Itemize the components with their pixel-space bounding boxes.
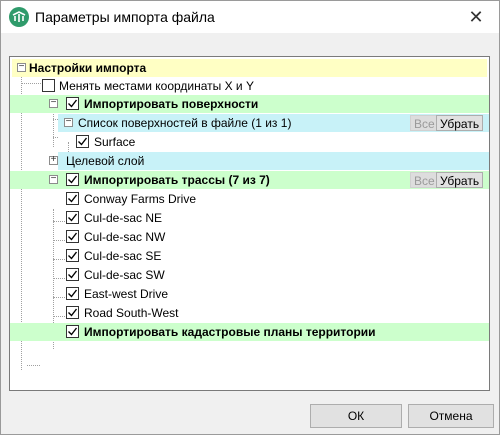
import-dialog: Параметры импорта файла ✕ − Настройки им… — [0, 0, 500, 435]
cancel-button[interactable]: Отмена — [408, 404, 494, 428]
alignment-item[interactable]: East-west Drive — [10, 285, 489, 303]
alignment-checkbox[interactable] — [66, 230, 79, 243]
select-all-surfaces-button[interactable]: Все — [410, 115, 439, 131]
alignment-item[interactable]: Cul-de-sac NW — [10, 228, 489, 246]
checkmark-icon — [68, 194, 78, 203]
minus-icon[interactable]: − — [49, 97, 58, 108]
import-surfaces-row[interactable]: − Импортировать поверхности — [10, 95, 489, 113]
checkmark-icon — [68, 175, 78, 184]
import-surfaces-checkbox[interactable] — [66, 97, 79, 110]
alignment-label: Conway Farms Drive — [84, 192, 197, 206]
checkmark-icon — [68, 232, 78, 241]
alignment-label: Cul-de-sac SE — [84, 249, 162, 263]
import-cadastral-label: Импортировать кадастровые планы территор… — [84, 325, 376, 339]
import-alignments-checkbox[interactable] — [66, 173, 79, 186]
import-settings-tree: − Настройки импорта Менять местами коорд… — [9, 56, 490, 391]
remove-surfaces-button[interactable]: Убрать — [436, 115, 484, 131]
minus-icon[interactable]: − — [64, 116, 73, 127]
swap-xy-row[interactable]: Менять местами координаты X и Y — [10, 77, 489, 95]
surface-checkbox[interactable] — [76, 135, 89, 148]
tree-root-row[interactable]: − Настройки импорта — [12, 59, 487, 77]
alignment-checkbox[interactable] — [66, 268, 79, 281]
alignment-item[interactable]: Cul-de-sac SW — [10, 266, 489, 284]
checkmark-icon — [68, 251, 78, 260]
alignment-label: East-west Drive — [84, 287, 169, 301]
select-all-alignments-button[interactable]: Все — [410, 172, 439, 188]
alignment-checkbox[interactable] — [66, 249, 79, 262]
alignment-checkbox[interactable] — [66, 192, 79, 205]
window-title: Параметры импорта файла — [35, 9, 215, 25]
checkmark-icon — [68, 99, 78, 108]
root-label: Настройки импорта — [29, 61, 147, 75]
minus-icon[interactable]: − — [17, 61, 26, 72]
checkmark-icon — [68, 213, 78, 222]
target-layer-row[interactable]: + Целевой слой — [49, 152, 489, 170]
title-bar: Параметры импорта файла ✕ — [1, 1, 499, 33]
alignment-label: Cul-de-sac NE — [84, 211, 163, 225]
checkmark-icon — [78, 137, 88, 146]
minus-icon[interactable]: − — [49, 173, 58, 184]
checkmark-icon — [68, 308, 78, 317]
alignment-item[interactable]: Road South-West — [10, 304, 489, 322]
alignment-item[interactable]: Conway Farms Drive — [10, 190, 489, 208]
checkmark-icon — [68, 270, 78, 279]
swap-xy-checkbox[interactable] — [42, 79, 55, 92]
alignment-item[interactable]: Cul-de-sac NE — [10, 209, 489, 227]
alignment-checkbox[interactable] — [66, 306, 79, 319]
tree-line — [27, 365, 40, 366]
import-surfaces-label: Импортировать поверхности — [84, 97, 259, 111]
plus-icon[interactable]: + — [49, 154, 58, 165]
ok-button[interactable]: ОК — [310, 404, 402, 428]
surface-item-label: Surface — [94, 135, 136, 149]
import-alignments-label: Импортировать трассы (7 из 7) — [84, 173, 270, 187]
checkmark-icon — [68, 289, 78, 298]
surface-list-label: Список поверхностей в файле (1 из 1) — [78, 116, 292, 130]
close-icon[interactable]: ✕ — [453, 1, 499, 33]
app-logo-icon — [9, 7, 29, 27]
target-layer-label: Целевой слой — [66, 154, 145, 168]
alignment-checkbox[interactable] — [66, 211, 79, 224]
import-cadastral-checkbox[interactable] — [66, 325, 79, 338]
alignment-label: Road South-West — [84, 306, 179, 320]
import-cadastral-row[interactable]: Импортировать кадастровые планы территор… — [10, 323, 489, 341]
import-alignments-row[interactable]: − Импортировать трассы (7 из 7) Все Убра… — [10, 171, 489, 189]
alignment-item[interactable]: Cul-de-sac SE — [10, 247, 489, 265]
alignment-label: Cul-de-sac NW — [84, 230, 166, 244]
alignment-label: Cul-de-sac SW — [84, 268, 165, 282]
swap-xy-label: Менять местами координаты X и Y — [59, 79, 254, 93]
remove-alignments-button[interactable]: Убрать — [436, 172, 484, 188]
surface-list-row[interactable]: − Список поверхностей в файле (1 из 1) В… — [58, 114, 489, 132]
checkmark-icon — [68, 327, 78, 336]
alignment-checkbox[interactable] — [66, 287, 79, 300]
surface-item-row[interactable]: Surface — [10, 133, 489, 151]
